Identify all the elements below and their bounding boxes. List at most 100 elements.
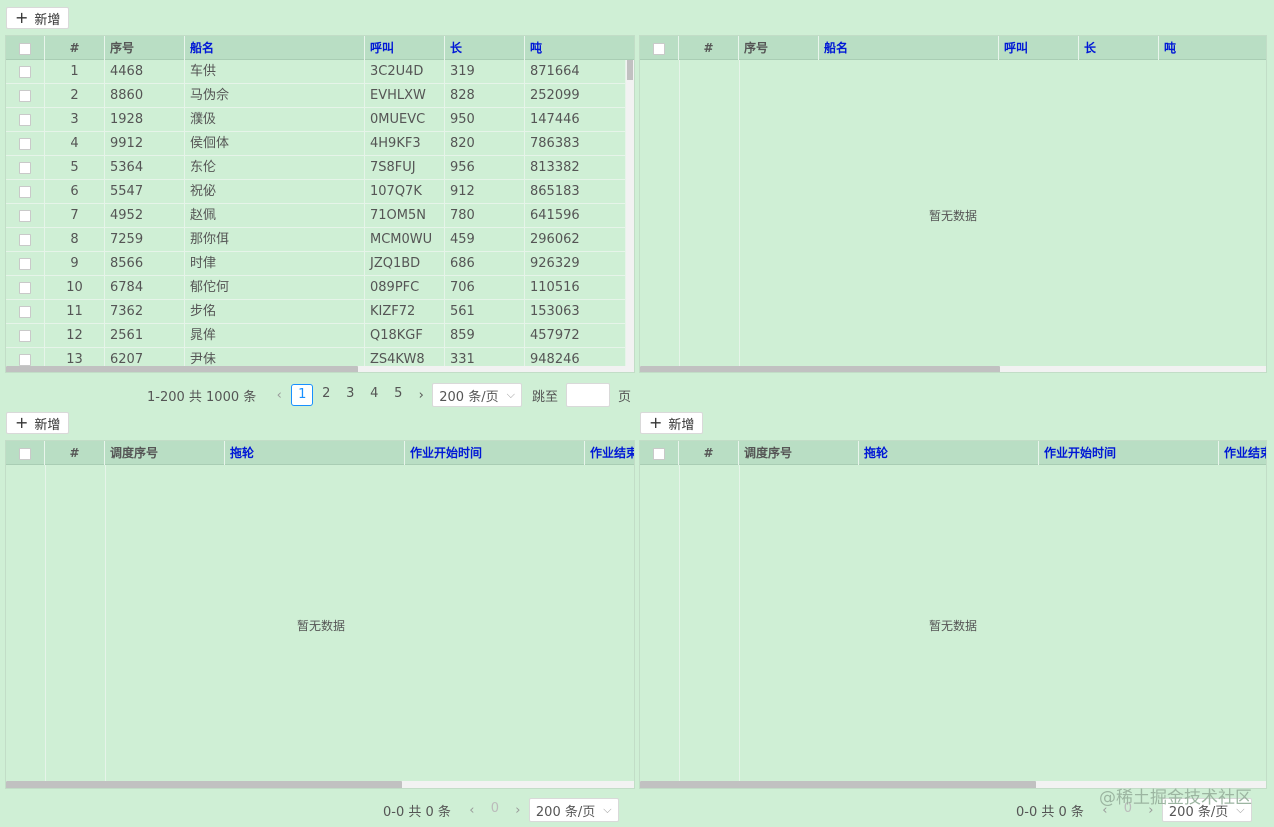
table-row[interactable]: 8 7259 那你佴 MCM0WU 459 296062: [6, 228, 634, 252]
cell-index: 10: [45, 276, 105, 300]
page-5[interactable]: 5: [387, 384, 409, 406]
row-checkbox[interactable]: [19, 65, 31, 78]
cell-length: 820: [445, 132, 525, 156]
table-header: # 序号 船名 呼叫 长 吨: [640, 36, 1266, 60]
col-name[interactable]: 船名: [185, 36, 365, 60]
col-tug[interactable]: 拖轮: [225, 441, 405, 465]
prev-page-icon[interactable]: ‹: [268, 388, 290, 403]
col-tug[interactable]: 拖轮: [859, 441, 1039, 465]
cell-length: 459: [445, 228, 525, 252]
col-start-time[interactable]: 作业开始时间: [1039, 441, 1219, 465]
table-header: # 调度序号 拖轮 作业开始时间 作业结束: [6, 441, 634, 465]
col-length[interactable]: 长: [445, 36, 525, 60]
col-seq[interactable]: 序号: [739, 36, 819, 60]
page-2[interactable]: 2: [315, 384, 337, 406]
page-size-select[interactable]: 200 条/页 ⌵: [432, 383, 522, 407]
select-all-checkbox[interactable]: [19, 447, 31, 460]
col-start-time[interactable]: 作业开始时间: [405, 441, 585, 465]
row-checkbox[interactable]: [19, 89, 31, 102]
row-select-cell: [6, 276, 45, 300]
table-row[interactable]: 9 8566 时侓 JZQ1BD 686 926329: [6, 252, 634, 276]
jump-page-input[interactable]: [565, 383, 610, 407]
page-1[interactable]: 1: [291, 384, 314, 406]
table-row[interactable]: 5 5364 东伦 7S8FUJ 956 813382: [6, 156, 634, 180]
col-seq[interactable]: 序号: [105, 36, 185, 60]
cell-name: 濮伋: [185, 108, 365, 132]
col-name[interactable]: 船名: [819, 36, 999, 60]
add-button-ships[interactable]: + 新增: [6, 7, 70, 29]
col-call[interactable]: 呼叫: [999, 36, 1079, 60]
col-dispatch-seq[interactable]: 调度序号: [739, 441, 859, 465]
table-row[interactable]: 2 8860 马伪佘 EVHLXW 828 252099: [6, 84, 634, 108]
row-select-cell: [6, 228, 45, 252]
next-page-icon[interactable]: ›: [410, 388, 432, 403]
col-ton[interactable]: 吨: [525, 36, 634, 60]
cell-index: 2: [45, 84, 105, 108]
row-checkbox[interactable]: [19, 185, 31, 198]
scroll-thumb[interactable]: [627, 60, 633, 80]
next-page-icon[interactable]: ›: [507, 803, 529, 818]
table-row[interactable]: 6 5547 祝佖 107Q7K 912 865183: [6, 180, 634, 204]
chevron-down-icon: ⌵: [603, 803, 612, 816]
cell-length: 950: [445, 108, 525, 132]
row-select-cell: [6, 108, 45, 132]
cell-name: 赵佩: [185, 204, 365, 228]
row-checkbox[interactable]: [19, 209, 31, 222]
scroll-thumb[interactable]: [6, 366, 358, 372]
horizontal-scrollbar[interactable]: [6, 781, 634, 788]
page-3[interactable]: 3: [339, 384, 361, 406]
page-current[interactable]: 0: [484, 799, 506, 821]
row-checkbox[interactable]: [19, 281, 31, 294]
row-checkbox[interactable]: [19, 161, 31, 174]
col-call[interactable]: 呼叫: [365, 36, 445, 60]
page-size-select[interactable]: 200 条/页 ⌵: [528, 798, 619, 822]
cell-index: 7: [45, 204, 105, 228]
dispatch-right-table: # 调度序号 拖轮 作业开始时间 作业结束 暂无数据: [639, 440, 1267, 789]
scroll-thumb[interactable]: [6, 781, 402, 788]
table-row[interactable]: 10 6784 郁佗何 089PFC 706 110516: [6, 276, 634, 300]
select-all-checkbox[interactable]: [653, 42, 665, 55]
page-4[interactable]: 4: [363, 384, 385, 406]
col-end-time[interactable]: 作业结束: [585, 441, 634, 465]
table-row[interactable]: 4 9912 侯佪体 4H9KF3 820 786383: [6, 132, 634, 156]
cell-ton: 153063: [525, 300, 626, 324]
row-select-cell: [6, 132, 45, 156]
table-row[interactable]: 1 4468 车供 3C2U4D 319 871664: [6, 60, 634, 84]
table-row[interactable]: 3 1928 濮伋 0MUEVC 950 147446: [6, 108, 634, 132]
add-button-dispatch-right[interactable]: + 新增: [640, 412, 704, 434]
horizontal-scrollbar[interactable]: [640, 366, 1266, 372]
cell-index: 9: [45, 252, 105, 276]
cell-index: 8: [45, 228, 105, 252]
row-checkbox[interactable]: [19, 257, 31, 270]
col-length[interactable]: 长: [1079, 36, 1159, 60]
prev-page-icon[interactable]: ‹: [461, 803, 483, 818]
page-size-value: 200 条/页: [535, 804, 596, 820]
row-checkbox[interactable]: [19, 233, 31, 246]
column-divider: [679, 60, 680, 366]
vertical-scrollbar[interactable]: [626, 60, 634, 366]
scroll-thumb[interactable]: [640, 781, 1036, 788]
col-end-time[interactable]: 作业结束: [1219, 441, 1266, 465]
row-checkbox[interactable]: [19, 329, 31, 342]
table-row[interactable]: 7 4952 赵佩 71OM5N 780 641596: [6, 204, 634, 228]
dispatch-table: # 调度序号 拖轮 作业开始时间 作业结束 暂无数据: [5, 440, 635, 789]
add-button-dispatch[interactable]: + 新增: [6, 412, 70, 434]
select-all-checkbox[interactable]: [19, 42, 31, 55]
col-index: #: [45, 36, 105, 60]
horizontal-scrollbar[interactable]: [6, 366, 634, 372]
row-checkbox[interactable]: [19, 113, 31, 126]
col-dispatch-seq[interactable]: 调度序号: [105, 441, 225, 465]
col-ton[interactable]: 吨: [1159, 36, 1266, 60]
cell-ton: 871664: [525, 60, 626, 84]
ships-pagination: 1-200 共 1000 条 ‹ 1 2 3 4 5 › 200 条/页 ⌵ 跳…: [147, 383, 631, 407]
table-row[interactable]: 11 7362 步佲 KIZF72 561 153063: [6, 300, 634, 324]
cell-call: JZQ1BD: [365, 252, 445, 276]
empty-placeholder: 暂无数据: [929, 209, 978, 223]
scroll-thumb[interactable]: [640, 366, 1000, 372]
row-checkbox[interactable]: [19, 353, 31, 366]
select-all-checkbox[interactable]: [653, 447, 665, 460]
table-row[interactable]: 12 2561 晁侔 Q18KGF 859 457972: [6, 324, 634, 348]
row-checkbox[interactable]: [19, 137, 31, 150]
cell-call: 3C2U4D: [365, 60, 445, 84]
row-checkbox[interactable]: [19, 305, 31, 318]
